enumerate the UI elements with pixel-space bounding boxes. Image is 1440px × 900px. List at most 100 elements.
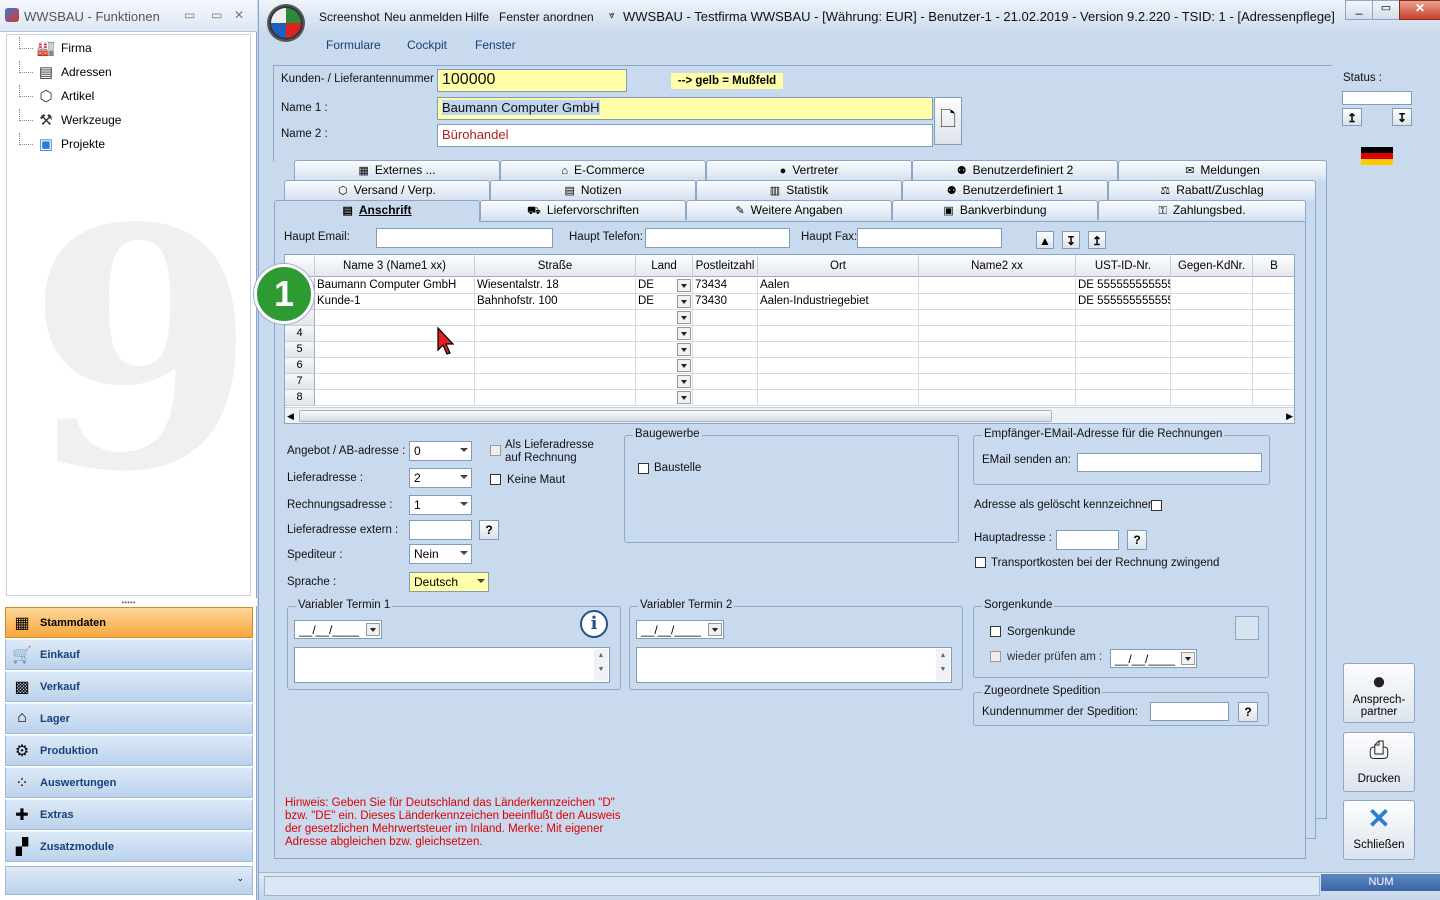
grid-cell-gegen[interactable]: [1171, 374, 1253, 390]
row-number[interactable]: 7: [285, 374, 315, 390]
tab-liefervorschriften[interactable]: ⛟ Liefervorschriften: [480, 200, 686, 220]
row-number[interactable]: 5: [285, 342, 315, 358]
land-dropdown-icon[interactable]: [677, 279, 691, 292]
baustelle-checkbox[interactable]: [638, 463, 649, 474]
termin2-scrollbar[interactable]: ▲ ▼: [936, 649, 950, 681]
scroll-right-icon[interactable]: ▶: [1286, 411, 1293, 422]
nav-zusatzmodule[interactable]: ▞ Zusatzmodule: [5, 831, 253, 862]
download-icon[interactable]: ↧: [1392, 108, 1412, 126]
calendar-dropdown-icon[interactable]: [708, 623, 722, 636]
termin1-text[interactable]: [294, 647, 610, 683]
nav-lager[interactable]: ⌂ Lager: [5, 703, 253, 734]
grid-cell-gegen[interactable]: [1171, 326, 1253, 342]
close-button[interactable]: ✕: [1399, 0, 1440, 20]
col-header-b[interactable]: B: [1253, 255, 1294, 277]
land-dropdown-icon[interactable]: [677, 343, 691, 356]
tab-versand[interactable]: ⬡ Versand / Verp.: [284, 180, 490, 200]
nav-auswertungen[interactable]: ⁘ Auswertungen: [5, 767, 253, 798]
land-dropdown-icon[interactable]: [677, 311, 691, 324]
drucken-button[interactable]: ⎙ Drucken: [1343, 732, 1415, 792]
grid-cell-plz[interactable]: [693, 390, 758, 406]
tab-bankverbindung[interactable]: ▣ Bankverbindung: [892, 200, 1098, 220]
tab-rabatt[interactable]: ⚖ Rabatt/Zuschlag: [1108, 180, 1316, 200]
angebot-combo[interactable]: 0: [409, 441, 472, 461]
hauptadresse-help-button[interactable]: ?: [1127, 530, 1147, 550]
image-icon[interactable]: ▲: [1036, 231, 1054, 249]
termin2-date[interactable]: __/__/____: [636, 620, 724, 639]
grid-cell-b[interactable]: [1253, 278, 1294, 294]
grid-cell-name2[interactable]: [919, 374, 1076, 390]
grid-cell-gegen[interactable]: [1171, 342, 1253, 358]
grid-cell-strasse[interactable]: [475, 358, 636, 374]
land-dropdown-icon[interactable]: [677, 359, 691, 372]
row-number[interactable]: 6: [285, 358, 315, 374]
grid-cell-name3[interactable]: [315, 358, 475, 374]
grid-cell-name2[interactable]: [919, 390, 1076, 406]
land-dropdown-icon[interactable]: [677, 375, 691, 388]
grid-cell-gegen[interactable]: [1171, 358, 1253, 374]
maximize-button[interactable]: ▭: [1372, 0, 1400, 20]
toolbar-overflow-icon[interactable]: ⩔: [609, 10, 615, 21]
phone-input[interactable]: [645, 228, 790, 248]
grid-cell-name2[interactable]: [919, 342, 1076, 358]
maximize-icon[interactable]: ▭: [211, 8, 222, 22]
col-header-name2[interactable]: Name2 xx: [919, 255, 1076, 277]
grid-cell-plz[interactable]: 73434: [693, 278, 758, 294]
grid-cell-name3[interactable]: Kunde-1: [315, 294, 475, 310]
scroll-left-icon[interactable]: ◀: [287, 411, 294, 422]
toolbar-screenshot[interactable]: Screenshot: [319, 10, 380, 24]
horizontal-scrollbar[interactable]: ◀ ▶: [285, 407, 1294, 423]
info-icon[interactable]: i: [580, 610, 608, 638]
tab-statistik[interactable]: ▥ Statistik: [696, 180, 902, 200]
german-flag-icon[interactable]: [1361, 147, 1393, 165]
tab-externes[interactable]: ▦ Externes ...: [294, 160, 500, 180]
liefer-ext-help-button[interactable]: ?: [479, 520, 499, 540]
grid-cell-ort[interactable]: [758, 342, 919, 358]
close-icon[interactable]: ✕: [234, 8, 244, 22]
grid-cell-gegen[interactable]: [1171, 310, 1253, 326]
minimize-button[interactable]: _: [1345, 0, 1373, 20]
fax-input[interactable]: [857, 228, 1002, 248]
spedition-input[interactable]: [1150, 702, 1229, 721]
tab-notizen[interactable]: ▤ Notizen: [490, 180, 696, 200]
col-header-gegen[interactable]: Gegen-KdNr.: [1171, 255, 1253, 277]
grid-cell-name3[interactable]: Baumann Computer GmbH: [315, 278, 475, 294]
col-header-plz[interactable]: Postleitzahl: [693, 255, 758, 277]
grid-cell-plz[interactable]: [693, 310, 758, 326]
spediteur-combo[interactable]: Nein: [409, 544, 472, 564]
tab-ecommerce[interactable]: ⌂ E-Commerce: [500, 160, 706, 180]
minimize-icon[interactable]: ▭: [184, 8, 195, 22]
tree-item-artikel[interactable]: ⬡ Artikel: [19, 85, 219, 109]
grid-cell-name2[interactable]: [919, 310, 1076, 326]
grid-cell-b[interactable]: [1253, 342, 1294, 358]
nav-extras[interactable]: ✚ Extras: [5, 799, 253, 830]
termin2-text[interactable]: [636, 647, 952, 683]
tree-item-adressen[interactable]: ▤ Adressen: [19, 61, 219, 85]
toolbar-hilfe[interactable]: Hilfe: [465, 10, 489, 24]
liefer-combo[interactable]: 2: [409, 468, 472, 488]
email-senden-input[interactable]: [1077, 453, 1262, 472]
als-liefer-checkbox[interactable]: [490, 445, 501, 456]
tab-meldungen[interactable]: ✉ Meldungen: [1118, 160, 1327, 180]
land-dropdown-icon[interactable]: [677, 391, 691, 404]
liefer-ext-input[interactable]: [409, 520, 472, 540]
row-number[interactable]: 8: [285, 390, 315, 406]
grid-cell-ort[interactable]: [758, 390, 919, 406]
grid-cell-ust[interactable]: [1076, 374, 1171, 390]
row-number[interactable]: 4: [285, 326, 315, 342]
nav-verkauf[interactable]: ▩ Verkauf: [5, 671, 253, 702]
grid-cell-gegen[interactable]: [1171, 294, 1253, 310]
menu-fenster[interactable]: Fenster: [475, 38, 516, 52]
status-input[interactable]: [1342, 91, 1412, 105]
splitter-grip[interactable]: •••••: [0, 598, 257, 607]
land-dropdown-icon[interactable]: [677, 295, 691, 308]
schliessen-button[interactable]: ✕ Schließen: [1343, 800, 1415, 860]
name1-input[interactable]: Baumann Computer GmbH: [437, 97, 933, 120]
grid-cell-name2[interactable]: [919, 326, 1076, 342]
grid-cell-plz[interactable]: [693, 374, 758, 390]
grid-cell-b[interactable]: [1253, 390, 1294, 406]
calendar-dropdown-icon[interactable]: [1181, 652, 1195, 665]
keine-maut-checkbox[interactable]: [490, 474, 501, 485]
grid-cell-strasse[interactable]: [475, 326, 636, 342]
grid-cell-plz[interactable]: 73430: [693, 294, 758, 310]
